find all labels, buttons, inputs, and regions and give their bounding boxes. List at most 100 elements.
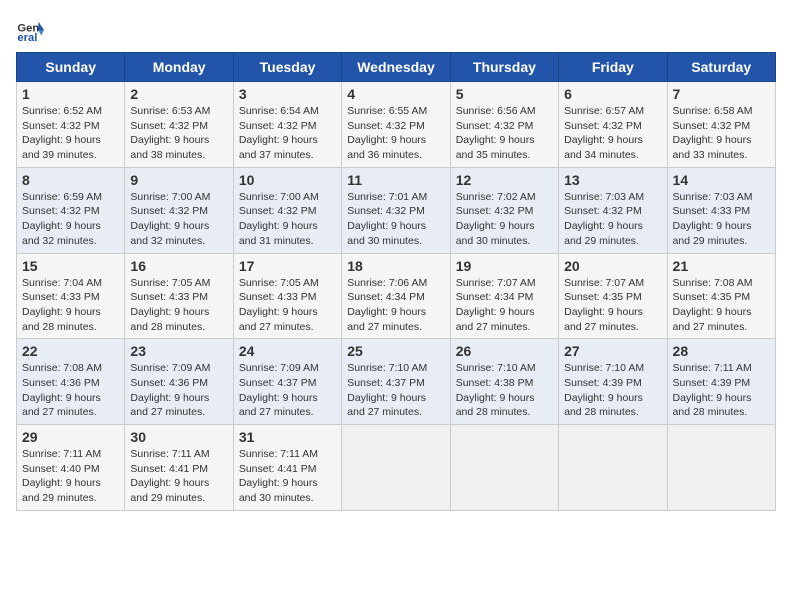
logo: Gen eral bbox=[16, 16, 48, 44]
logo-icon: Gen eral bbox=[16, 16, 44, 44]
calendar-week-row: 1 Sunrise: 6:52 AMSunset: 4:32 PMDaylight… bbox=[17, 82, 776, 168]
day-number: 9 bbox=[130, 172, 227, 188]
day-info: Sunrise: 7:11 AMSunset: 4:41 PMDaylight:… bbox=[239, 447, 336, 506]
day-info: Sunrise: 7:08 AMSunset: 4:36 PMDaylight:… bbox=[22, 361, 119, 420]
calendar-cell: 30 Sunrise: 7:11 AMSunset: 4:41 PMDayligh… bbox=[125, 425, 233, 511]
calendar-cell: 4 Sunrise: 6:55 AMSunset: 4:32 PMDaylight… bbox=[342, 82, 450, 168]
day-info: Sunrise: 7:07 AMSunset: 4:34 PMDaylight:… bbox=[456, 276, 553, 335]
calendar-cell: 8 Sunrise: 6:59 AMSunset: 4:32 PMDaylight… bbox=[17, 167, 125, 253]
day-info: Sunrise: 7:07 AMSunset: 4:35 PMDaylight:… bbox=[564, 276, 661, 335]
header-sunday: Sunday bbox=[17, 53, 125, 82]
calendar-cell: 25Sunrise: 7:10 AMSunset: 4:37 PMDayligh… bbox=[342, 339, 450, 425]
calendar-cell: 12 Sunrise: 7:02 AMSunset: 4:32 PMDayligh… bbox=[450, 167, 558, 253]
day-number: 31 bbox=[239, 429, 336, 445]
header-wednesday: Wednesday bbox=[342, 53, 450, 82]
day-number: 5 bbox=[456, 86, 553, 102]
calendar-week-row: 29 Sunrise: 7:11 AMSunset: 4:40 PMDayligh… bbox=[17, 425, 776, 511]
day-info: Sunrise: 7:11 AMSunset: 4:39 PMDaylight:… bbox=[673, 361, 770, 420]
calendar-cell: 23 Sunrise: 7:09 AMSunset: 4:36 PMDayligh… bbox=[125, 339, 233, 425]
day-number: 21 bbox=[673, 258, 770, 274]
day-number: 17 bbox=[239, 258, 336, 274]
calendar-week-row: 15 Sunrise: 7:04 AMSunset: 4:33 PMDayligh… bbox=[17, 253, 776, 339]
calendar-cell bbox=[559, 425, 667, 511]
day-number: 18 bbox=[347, 258, 444, 274]
day-number: 3 bbox=[239, 86, 336, 102]
calendar-cell: 20 Sunrise: 7:07 AMSunset: 4:35 PMDayligh… bbox=[559, 253, 667, 339]
header-tuesday: Tuesday bbox=[233, 53, 341, 82]
day-info: Sunrise: 7:02 AMSunset: 4:32 PMDaylight:… bbox=[456, 190, 553, 249]
header-monday: Monday bbox=[125, 53, 233, 82]
day-number: 8 bbox=[22, 172, 119, 188]
calendar-cell: 11 Sunrise: 7:01 AMSunset: 4:32 PMDayligh… bbox=[342, 167, 450, 253]
calendar-cell: 10 Sunrise: 7:00 AMSunset: 4:32 PMDayligh… bbox=[233, 167, 341, 253]
day-info: Sunrise: 6:59 AMSunset: 4:32 PMDaylight:… bbox=[22, 190, 119, 249]
calendar-cell: 5 Sunrise: 6:56 AMSunset: 4:32 PMDaylight… bbox=[450, 82, 558, 168]
day-number: 13 bbox=[564, 172, 661, 188]
calendar-week-row: 8 Sunrise: 6:59 AMSunset: 4:32 PMDaylight… bbox=[17, 167, 776, 253]
day-info: Sunrise: 7:05 AMSunset: 4:33 PMDaylight:… bbox=[130, 276, 227, 335]
header-saturday: Saturday bbox=[667, 53, 775, 82]
day-info: Sunrise: 7:03 AMSunset: 4:32 PMDaylight:… bbox=[564, 190, 661, 249]
day-number: 10 bbox=[239, 172, 336, 188]
day-info: Sunrise: 7:03 AMSunset: 4:33 PMDaylight:… bbox=[673, 190, 770, 249]
calendar-header-row: SundayMondayTuesdayWednesdayThursdayFrid… bbox=[17, 53, 776, 82]
calendar-cell: 14 Sunrise: 7:03 AMSunset: 4:33 PMDayligh… bbox=[667, 167, 775, 253]
day-number: 14 bbox=[673, 172, 770, 188]
day-info: Sunrise: 6:53 AMSunset: 4:32 PMDaylight:… bbox=[130, 104, 227, 163]
day-number: 20 bbox=[564, 258, 661, 274]
day-info: Sunrise: 7:09 AMSunset: 4:36 PMDaylight:… bbox=[130, 361, 227, 420]
day-info: Sunrise: 7:11 AMSunset: 4:40 PMDaylight:… bbox=[22, 447, 119, 506]
calendar-cell: 15 Sunrise: 7:04 AMSunset: 4:33 PMDayligh… bbox=[17, 253, 125, 339]
header-thursday: Thursday bbox=[450, 53, 558, 82]
day-number: 15 bbox=[22, 258, 119, 274]
day-info: Sunrise: 7:09 AMSunset: 4:37 PMDaylight:… bbox=[239, 361, 336, 420]
header-friday: Friday bbox=[559, 53, 667, 82]
day-number: 12 bbox=[456, 172, 553, 188]
day-info: Sunrise: 7:11 AMSunset: 4:41 PMDaylight:… bbox=[130, 447, 227, 506]
day-number: 26 bbox=[456, 343, 553, 359]
day-info: Sunrise: 6:57 AMSunset: 4:32 PMDaylight:… bbox=[564, 104, 661, 163]
day-info: Sunrise: 7:10 AMSunset: 4:38 PMDaylight:… bbox=[456, 361, 553, 420]
day-info: Sunrise: 6:58 AMSunset: 4:32 PMDaylight:… bbox=[673, 104, 770, 163]
calendar-cell: 18 Sunrise: 7:06 AMSunset: 4:34 PMDayligh… bbox=[342, 253, 450, 339]
day-number: 28 bbox=[673, 343, 770, 359]
day-info: Sunrise: 7:00 AMSunset: 4:32 PMDaylight:… bbox=[130, 190, 227, 249]
calendar-cell: 17 Sunrise: 7:05 AMSunset: 4:33 PMDayligh… bbox=[233, 253, 341, 339]
day-number: 30 bbox=[130, 429, 227, 445]
svg-text:eral: eral bbox=[17, 32, 37, 44]
day-info: Sunrise: 7:06 AMSunset: 4:34 PMDaylight:… bbox=[347, 276, 444, 335]
day-info: Sunrise: 7:10 AMSunset: 4:37 PMDaylight:… bbox=[347, 361, 444, 420]
day-number: 11 bbox=[347, 172, 444, 188]
calendar-cell: 16Sunrise: 7:05 AMSunset: 4:33 PMDayligh… bbox=[125, 253, 233, 339]
day-info: Sunrise: 7:04 AMSunset: 4:33 PMDaylight:… bbox=[22, 276, 119, 335]
calendar-cell bbox=[450, 425, 558, 511]
day-info: Sunrise: 7:05 AMSunset: 4:33 PMDaylight:… bbox=[239, 276, 336, 335]
day-number: 6 bbox=[564, 86, 661, 102]
day-number: 7 bbox=[673, 86, 770, 102]
day-info: Sunrise: 7:01 AMSunset: 4:32 PMDaylight:… bbox=[347, 190, 444, 249]
day-number: 19 bbox=[456, 258, 553, 274]
calendar-cell: 2 Sunrise: 6:53 AMSunset: 4:32 PMDaylight… bbox=[125, 82, 233, 168]
calendar-cell: 9 Sunrise: 7:00 AMSunset: 4:32 PMDaylight… bbox=[125, 167, 233, 253]
page-header: Gen eral bbox=[16, 16, 776, 44]
calendar-cell: 6 Sunrise: 6:57 AMSunset: 4:32 PMDaylight… bbox=[559, 82, 667, 168]
day-number: 2 bbox=[130, 86, 227, 102]
calendar-cell: 31 Sunrise: 7:11 AMSunset: 4:41 PMDayligh… bbox=[233, 425, 341, 511]
calendar-cell bbox=[667, 425, 775, 511]
day-info: Sunrise: 6:52 AMSunset: 4:32 PMDaylight:… bbox=[22, 104, 119, 163]
day-info: Sunrise: 7:00 AMSunset: 4:32 PMDaylight:… bbox=[239, 190, 336, 249]
calendar-cell: 27 Sunrise: 7:10 AMSunset: 4:39 PMDayligh… bbox=[559, 339, 667, 425]
day-info: Sunrise: 6:56 AMSunset: 4:32 PMDaylight:… bbox=[456, 104, 553, 163]
day-number: 29 bbox=[22, 429, 119, 445]
day-number: 4 bbox=[347, 86, 444, 102]
calendar-cell bbox=[342, 425, 450, 511]
calendar-cell: 29 Sunrise: 7:11 AMSunset: 4:40 PMDayligh… bbox=[17, 425, 125, 511]
day-info: Sunrise: 7:10 AMSunset: 4:39 PMDaylight:… bbox=[564, 361, 661, 420]
calendar-cell: 28 Sunrise: 7:11 AMSunset: 4:39 PMDayligh… bbox=[667, 339, 775, 425]
calendar-cell: 1 Sunrise: 6:52 AMSunset: 4:32 PMDaylight… bbox=[17, 82, 125, 168]
day-info: Sunrise: 6:55 AMSunset: 4:32 PMDaylight:… bbox=[347, 104, 444, 163]
day-number: 27 bbox=[564, 343, 661, 359]
calendar-cell: 3Sunrise: 6:54 AMSunset: 4:32 PMDaylight… bbox=[233, 82, 341, 168]
day-number: 23 bbox=[130, 343, 227, 359]
day-number: 1 bbox=[22, 86, 119, 102]
